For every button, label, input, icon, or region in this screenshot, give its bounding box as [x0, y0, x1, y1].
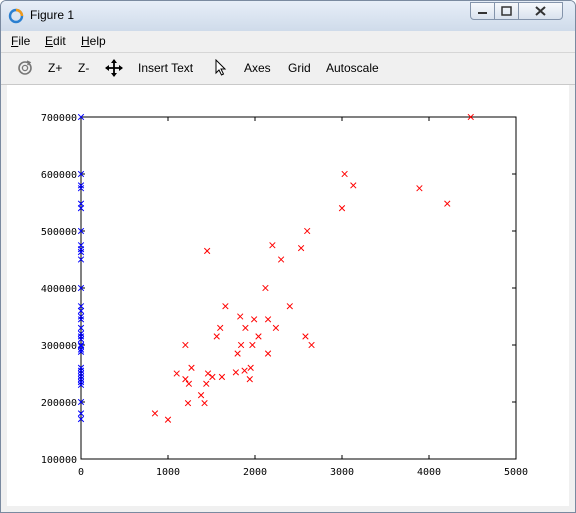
- data-point: [151, 410, 159, 417]
- data-point: [173, 370, 180, 377]
- y-tick-label: 500000: [41, 227, 77, 238]
- grid-button[interactable]: Grid: [288, 61, 311, 75]
- x-tick-label: 4000: [417, 467, 441, 478]
- menu-edit[interactable]: Edit: [45, 34, 66, 48]
- data-point: [304, 227, 311, 235]
- figure-window: Figure 1 File Edit Help Z+ Z- Insert Tex: [0, 0, 576, 513]
- menu-help[interactable]: Help: [81, 34, 106, 48]
- menu-file-label: ile: [18, 34, 31, 48]
- data-point: [308, 341, 315, 349]
- minimize-icon: [478, 12, 487, 14]
- plot-canvas[interactable]: 0 1000 2000 3000 4000 5000 100000 200000 300000 4…: [7, 85, 569, 506]
- data-point: [201, 399, 208, 407]
- data-point: [247, 364, 254, 371]
- zoom-out-button[interactable]: Z-: [78, 61, 89, 75]
- pan-icon[interactable]: [105, 59, 123, 77]
- data-point: [444, 200, 451, 207]
- data-point: [213, 333, 220, 340]
- data-point: [237, 341, 245, 349]
- axes-button[interactable]: Axes: [244, 61, 271, 75]
- data-point: [182, 341, 189, 349]
- insert-text-button[interactable]: Insert Text: [138, 61, 193, 75]
- data-point: [341, 170, 348, 178]
- data-point: [272, 324, 280, 332]
- y-tick-label: 200000: [41, 398, 77, 409]
- y-tick-label: 400000: [41, 284, 77, 295]
- x-tick-label: 0: [78, 467, 84, 478]
- rotate-icon[interactable]: [16, 59, 34, 77]
- data-point: [246, 376, 253, 383]
- window-title: Figure 1: [30, 8, 75, 22]
- data-point: [338, 205, 346, 212]
- data-point: [204, 370, 212, 377]
- data-point: [185, 380, 193, 387]
- close-button[interactable]: [518, 2, 563, 20]
- data-point: [203, 380, 210, 387]
- data-point: [262, 284, 269, 292]
- title-bar[interactable]: Figure 1: [1, 1, 575, 32]
- autoscale-button[interactable]: Autoscale: [326, 61, 379, 75]
- y-tick-label: 600000: [41, 170, 77, 181]
- maximize-button[interactable]: [494, 2, 519, 20]
- data-point: [297, 244, 305, 252]
- data-point: [250, 316, 258, 323]
- data-point: [255, 333, 262, 340]
- menu-edit-label: dit: [53, 34, 66, 48]
- data-point: [197, 392, 205, 399]
- data-point: [277, 256, 285, 263]
- y-tick-label: 300000: [41, 341, 77, 352]
- octave-logo-icon: [8, 8, 24, 24]
- data-point: [217, 324, 224, 332]
- data-point: [286, 303, 293, 310]
- data-point: [237, 313, 244, 320]
- scatter-plot: 0 1000 2000 3000 4000 5000 100000 200000 300000 4…: [41, 113, 528, 478]
- toolbar: Z+ Z- Insert Text Axes Grid Autoscale: [1, 53, 575, 85]
- close-icon: [535, 6, 546, 16]
- y-tick-label: 100000: [41, 455, 77, 466]
- data-point: [218, 373, 226, 381]
- data-point: [164, 416, 172, 423]
- data-point: [269, 242, 276, 249]
- select-arrow-icon[interactable]: [214, 59, 228, 77]
- data-point: [249, 341, 256, 349]
- data-point: [241, 367, 248, 374]
- data-point: [182, 376, 189, 383]
- maximize-icon: [501, 6, 512, 16]
- data-point: [242, 324, 249, 332]
- data-point: [232, 369, 240, 376]
- data-point: [188, 364, 195, 371]
- x-tick-label: 1000: [156, 467, 180, 478]
- data-point: [264, 316, 272, 323]
- menu-file[interactable]: File: [11, 34, 30, 48]
- data-point: [416, 185, 423, 192]
- x-tick-label: 5000: [504, 467, 528, 478]
- x-tick-label: 3000: [330, 467, 354, 478]
- data-point: [184, 399, 192, 407]
- minimize-button[interactable]: [470, 2, 495, 20]
- x-tick-label: 2000: [243, 467, 267, 478]
- data-point: [350, 182, 357, 189]
- menu-help-accelerator: H: [81, 34, 90, 48]
- data-point: [264, 350, 272, 357]
- axes-box: [80, 116, 517, 460]
- data-point: [209, 373, 216, 381]
- zoom-in-button[interactable]: Z+: [48, 61, 62, 75]
- menu-help-label: elp: [89, 34, 106, 48]
- data-point: [302, 333, 309, 340]
- menu-edit-accelerator: E: [45, 34, 54, 48]
- menu-bar: File Edit Help: [1, 31, 575, 53]
- data-point: [222, 303, 229, 310]
- y-tick-label: 700000: [41, 113, 77, 124]
- data-point: [234, 350, 241, 357]
- data-point: [203, 247, 211, 255]
